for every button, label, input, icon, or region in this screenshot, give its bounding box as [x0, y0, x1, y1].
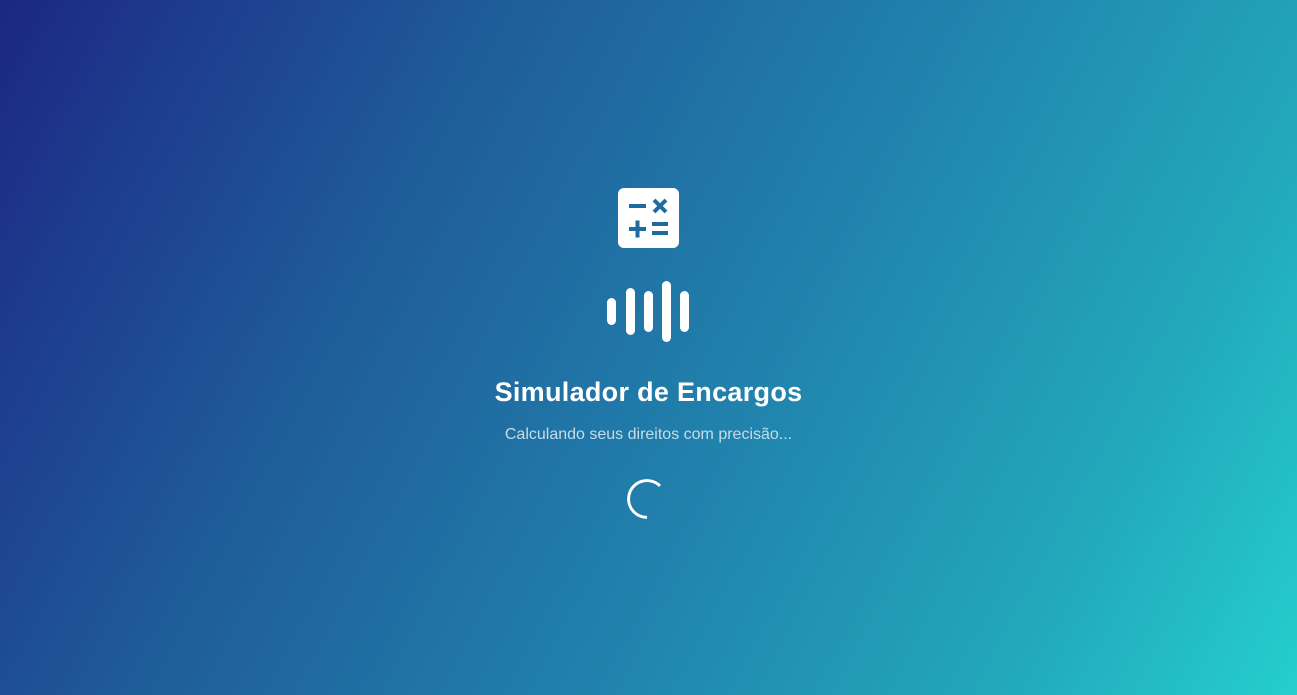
loading-subtitle: Calculando seus direitos com precisão... [504, 426, 793, 443]
calculator-icon [618, 188, 679, 248]
sound-wave-icon [606, 281, 691, 343]
splash-screen: Simulador de Encargos Calculando seus di… [0, 0, 1297, 695]
loading-spinner-icon [627, 479, 667, 519]
app-title: Simulador de Encargos [494, 377, 803, 407]
